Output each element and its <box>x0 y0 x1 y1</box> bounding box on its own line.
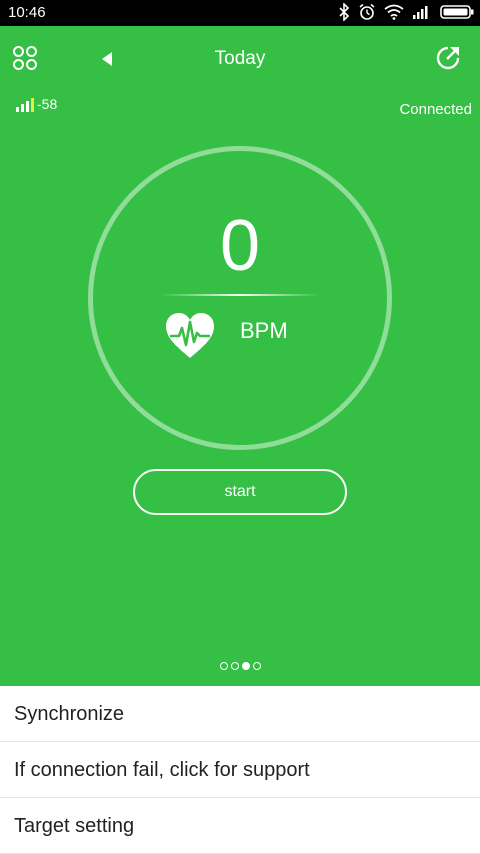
start-button[interactable]: start <box>133 469 347 515</box>
heart-rate-value: 0 <box>219 206 261 286</box>
signal-strength-value: -58 <box>37 96 58 112</box>
connection-support-item[interactable]: If connection fail, click for support <box>0 742 480 798</box>
heart-rate-ring <box>88 146 392 450</box>
wifi-icon <box>384 4 404 20</box>
heart-rate-unit: BPM <box>240 318 288 343</box>
share-icon[interactable] <box>434 44 462 72</box>
page-indicator <box>0 662 480 670</box>
status-time: 10:46 <box>8 4 46 21</box>
heart-pulse-icon <box>166 313 214 358</box>
page-dot-active[interactable] <box>241 662 250 670</box>
battery-icon <box>440 5 474 19</box>
page-dot[interactable] <box>230 662 239 670</box>
device-signal: -58 <box>16 96 57 112</box>
status-bar: 10:46 <box>0 0 480 26</box>
top-bar: Today <box>0 26 480 96</box>
connection-status: Connected <box>399 101 472 118</box>
status-icons <box>338 3 474 21</box>
cell-signal-icon <box>413 6 428 19</box>
synchronize-item[interactable]: Synchronize <box>0 686 480 742</box>
target-setting-item[interactable]: Target setting <box>0 798 480 854</box>
bluetooth-icon <box>339 3 350 21</box>
signal-strength-icon <box>16 98 34 112</box>
alarm-icon <box>359 3 375 20</box>
options-list: Synchronize If connection fail, click fo… <box>0 686 480 854</box>
value-divider <box>160 294 320 296</box>
page-dot[interactable] <box>219 662 228 670</box>
heart-rate-panel: Today -58 Connected 0 BPM start <box>0 26 480 686</box>
page-title: Today <box>214 48 266 69</box>
page-dot[interactable] <box>252 662 261 670</box>
